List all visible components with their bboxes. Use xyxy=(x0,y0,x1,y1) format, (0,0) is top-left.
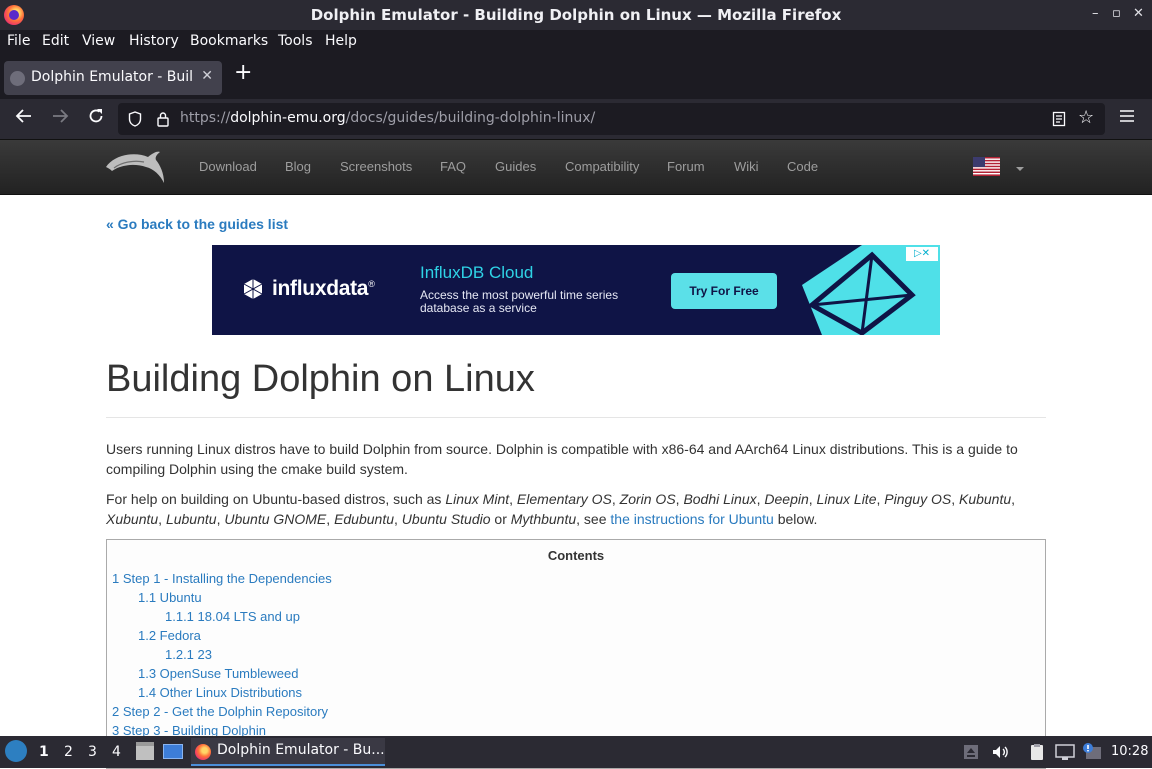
back-to-guides-link[interactable]: « Go back to the guides list xyxy=(106,216,288,232)
taskbar-firefox-task[interactable]: Dolphin Emulator - Bu... xyxy=(191,738,385,766)
tab-favicon-icon xyxy=(10,71,25,86)
workspace-1[interactable]: 1 xyxy=(39,744,49,760)
menu-bookmarks[interactable]: Bookmarks xyxy=(190,33,268,49)
toc-item[interactable]: 2 Step 2 - Get the Dolphin Repository xyxy=(112,704,328,719)
url-scheme: https:// xyxy=(180,110,231,126)
taskbar: 1 2 3 4 Dolphin Emulator - Bu... 10:28 xyxy=(0,736,1152,768)
notification-icon[interactable] xyxy=(1081,743,1103,761)
start-menu-icon[interactable] xyxy=(5,740,27,762)
page-title: Building Dolphin on Linux xyxy=(106,358,535,400)
nav-blog[interactable]: Blog xyxy=(285,159,311,174)
volume-icon[interactable] xyxy=(991,743,1009,761)
tab-bar: Dolphin Emulator - Building Dolphin on L… xyxy=(0,56,1152,99)
ubuntu-help-paragraph: For help on building on Ubuntu-based dis… xyxy=(106,491,1016,527)
hamburger-menu-icon[interactable] xyxy=(1118,107,1136,125)
navigation-bar: https://dolphin-emu.org/docs/guides/buil… xyxy=(0,99,1152,139)
title-divider xyxy=(106,417,1046,418)
tab-close-icon[interactable]: ✕ xyxy=(201,68,213,84)
dolphin-logo-icon[interactable] xyxy=(104,149,166,185)
reload-icon xyxy=(89,109,103,123)
influxdata-cube-icon xyxy=(243,279,263,299)
forward-button[interactable] xyxy=(48,107,72,131)
table-of-contents: Contents 1 Step 1 - Installing the Depen… xyxy=(106,539,1046,769)
toc-item[interactable]: 1.1 Ubuntu xyxy=(138,590,202,605)
tab-title: Dolphin Emulator - Building Dolphin on L… xyxy=(31,69,193,85)
nav-code[interactable]: Code xyxy=(787,159,818,174)
reload-button[interactable] xyxy=(84,107,108,131)
nav-screenshots[interactable]: Screenshots xyxy=(340,159,412,174)
taskbar-task-label: Dolphin Emulator - Bu... xyxy=(217,742,385,758)
maximize-button[interactable]: ▫ xyxy=(1112,6,1121,21)
ad-body: Access the most powerful time series dat… xyxy=(420,288,619,315)
url-bar[interactable]: https://dolphin-emu.org/docs/guides/buil… xyxy=(118,103,1105,135)
toc-item[interactable]: 1.4 Other Linux Distributions xyxy=(138,685,302,700)
intro-paragraph: Users running Linux distros have to buil… xyxy=(106,441,1018,477)
toc-title: Contents xyxy=(547,548,605,563)
toc-item[interactable]: 1.2 Fedora xyxy=(138,628,201,643)
menu-edit[interactable]: Edit xyxy=(42,33,69,49)
bookmark-star-icon[interactable]: ☆ xyxy=(1078,107,1094,128)
window-title: Dolphin Emulator - Building Dolphin on L… xyxy=(310,6,842,24)
url-text[interactable]: https://dolphin-emu.org/docs/guides/buil… xyxy=(180,110,595,126)
nav-forum[interactable]: Forum xyxy=(667,159,705,174)
network-icon[interactable] xyxy=(1055,743,1075,761)
tab-dolphin-guide[interactable]: Dolphin Emulator - Building Dolphin on L… xyxy=(4,61,222,95)
show-desktop-icon[interactable] xyxy=(163,744,183,759)
ad-try-for-free-button[interactable]: Try For Free xyxy=(671,273,777,309)
nav-download[interactable]: Download xyxy=(199,159,257,174)
firefox-task-icon xyxy=(195,744,211,760)
influxdata-ad-banner[interactable]: influxdata® InfluxDB Cloud Access the mo… xyxy=(212,245,940,335)
clock: 10:28 xyxy=(1111,744,1149,759)
adchoices-icon[interactable]: ▷✕ xyxy=(906,247,938,261)
lock-icon[interactable] xyxy=(156,111,170,127)
nav-faq[interactable]: FAQ xyxy=(440,159,466,174)
workspace-3[interactable]: 3 xyxy=(88,744,97,760)
menu-file[interactable]: File xyxy=(7,33,30,49)
nav-guides[interactable]: Guides xyxy=(495,159,536,174)
toc-item[interactable]: 1.1.1 18.04 LTS and up xyxy=(165,609,300,624)
eject-icon[interactable] xyxy=(962,743,980,761)
arrow-left-icon xyxy=(15,109,31,123)
toc-item[interactable]: 1 Step 1 - Installing the Dependencies xyxy=(112,571,332,586)
arrow-right-icon xyxy=(53,109,69,123)
menu-history[interactable]: History xyxy=(129,33,179,49)
language-dropdown-caret-icon[interactable] xyxy=(1016,167,1024,171)
file-manager-icon[interactable] xyxy=(136,742,154,760)
menu-view[interactable]: View xyxy=(82,33,115,49)
reader-view-icon[interactable] xyxy=(1052,111,1066,127)
close-window-button[interactable]: ✕ xyxy=(1133,6,1144,21)
url-path: /docs/guides/building-dolphin-linux/ xyxy=(345,110,596,126)
toc-item[interactable]: 1.3 OpenSuse Tumbleweed xyxy=(138,666,298,681)
menu-bar: File Edit View History Bookmarks Tools H… xyxy=(0,30,1152,56)
nav-wiki[interactable]: Wiki xyxy=(734,159,759,174)
site-header: Download Blog Screenshots FAQ Guides Com… xyxy=(0,139,1152,195)
menu-help[interactable]: Help xyxy=(325,33,357,49)
menu-tools[interactable]: Tools xyxy=(278,33,313,49)
url-domain: dolphin-emu.org xyxy=(230,110,346,126)
ubuntu-instructions-link[interactable]: the instructions for Ubuntu xyxy=(610,511,773,527)
clipboard-icon[interactable] xyxy=(1028,743,1046,761)
us-flag-icon[interactable] xyxy=(973,157,1000,176)
toc-item[interactable]: 1.2.1 23 xyxy=(165,647,212,662)
back-button[interactable] xyxy=(12,107,36,131)
workspace-2[interactable]: 2 xyxy=(64,744,73,760)
nav-compatibility[interactable]: Compatibility xyxy=(565,159,639,174)
window-titlebar: Dolphin Emulator - Building Dolphin on L… xyxy=(0,0,1152,30)
new-tab-button[interactable]: + xyxy=(234,62,252,84)
tracking-protection-shield-icon[interactable] xyxy=(128,111,142,127)
ad-brand: influxdata® xyxy=(272,277,375,300)
minimize-button[interactable]: – xyxy=(1092,6,1099,21)
ad-headline: InfluxDB Cloud xyxy=(420,263,534,282)
workspace-4[interactable]: 4 xyxy=(112,744,121,760)
